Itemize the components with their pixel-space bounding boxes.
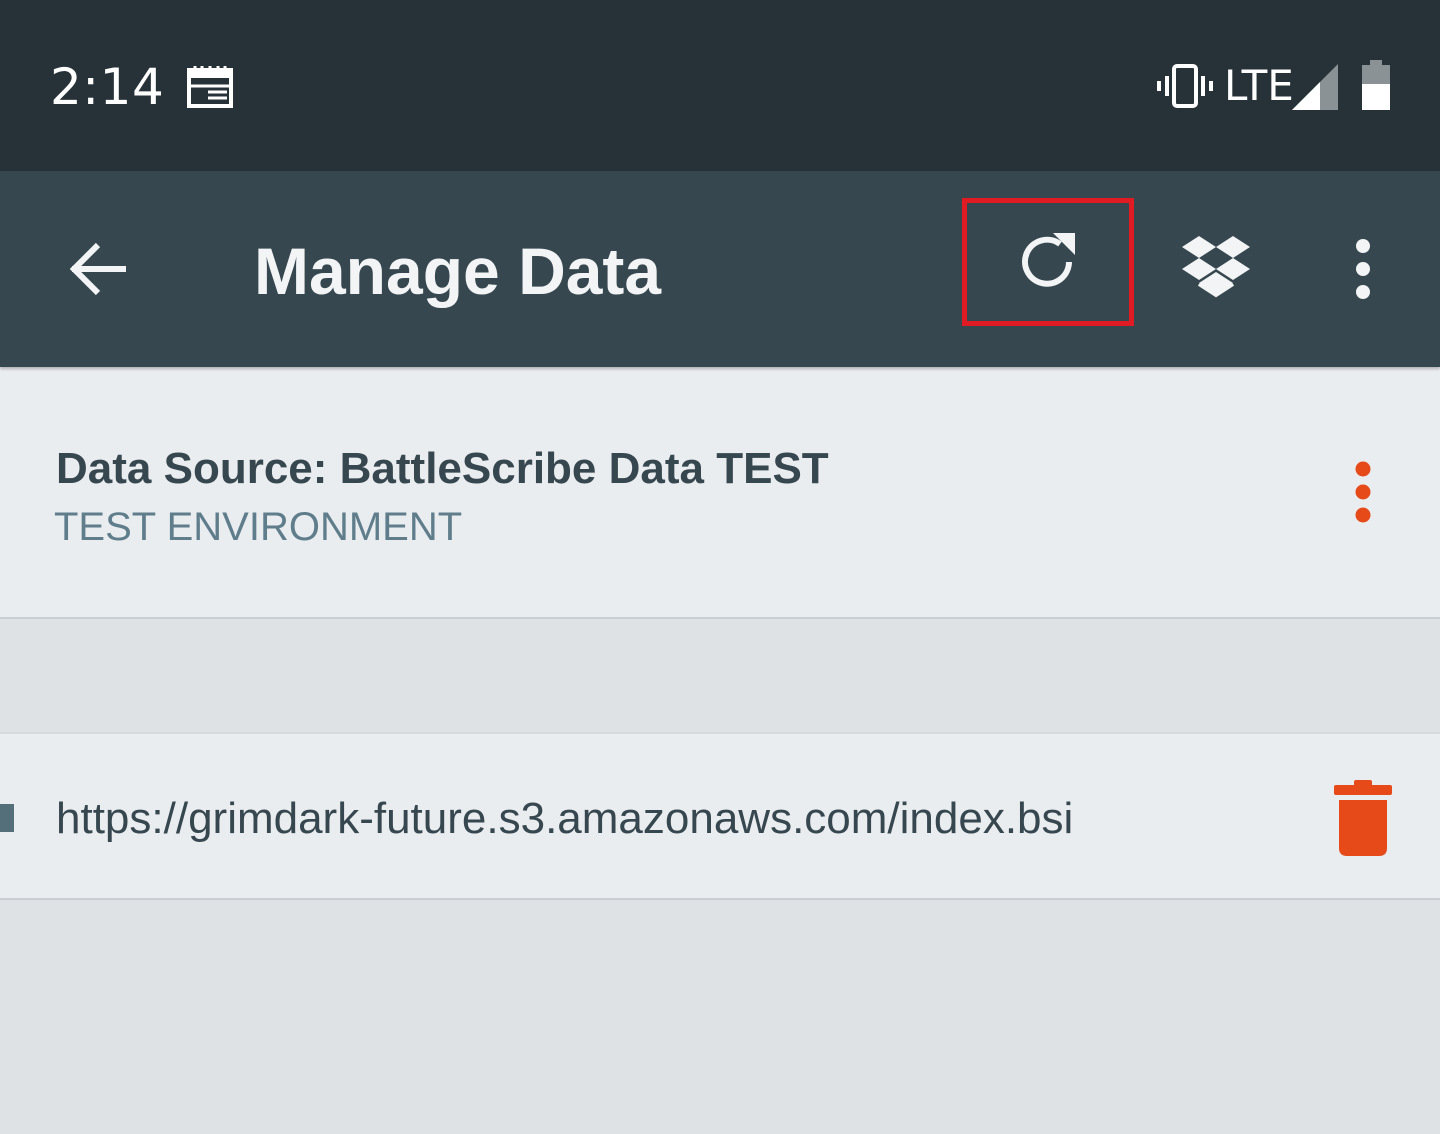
data-source-card[interactable]: Data Source: BattleScribe Data TEST TEST… (0, 367, 1440, 619)
status-bar: 2:14 LTE (0, 0, 1440, 171)
refresh-button[interactable] (962, 198, 1134, 326)
back-button[interactable] (56, 227, 140, 311)
dropbox-button[interactable] (1176, 229, 1256, 309)
delete-icon (1334, 780, 1392, 856)
app-bar: Manage Data (0, 171, 1440, 367)
data-source-subtitle: TEST ENVIRONMENT (54, 505, 463, 549)
delete-button[interactable] (1330, 778, 1396, 858)
calendar-icon (187, 66, 233, 108)
refresh-icon (1022, 233, 1075, 287)
signal-icon (1292, 64, 1338, 110)
list-item[interactable]: https://grimdark-future.s3.amazonaws.com… (0, 732, 1440, 900)
overflow-menu-button[interactable] (1330, 231, 1396, 307)
vibrate-icon (1157, 64, 1213, 108)
data-source-title: Data Source: BattleScribe Data TEST (56, 444, 829, 493)
data-source-menu-button[interactable] (1340, 457, 1386, 527)
battery-icon (1362, 60, 1390, 110)
status-time: 2:14 (50, 58, 165, 116)
more-vert-icon (1355, 461, 1371, 523)
more-vert-icon (1356, 239, 1370, 299)
page-title: Manage Data (254, 234, 662, 308)
dropbox-icon (1182, 236, 1250, 298)
network-type: LTE (1224, 61, 1294, 110)
list-item-marker (0, 804, 14, 832)
source-url: https://grimdark-future.s3.amazonaws.com… (56, 794, 1074, 843)
back-arrow-icon (69, 242, 126, 296)
